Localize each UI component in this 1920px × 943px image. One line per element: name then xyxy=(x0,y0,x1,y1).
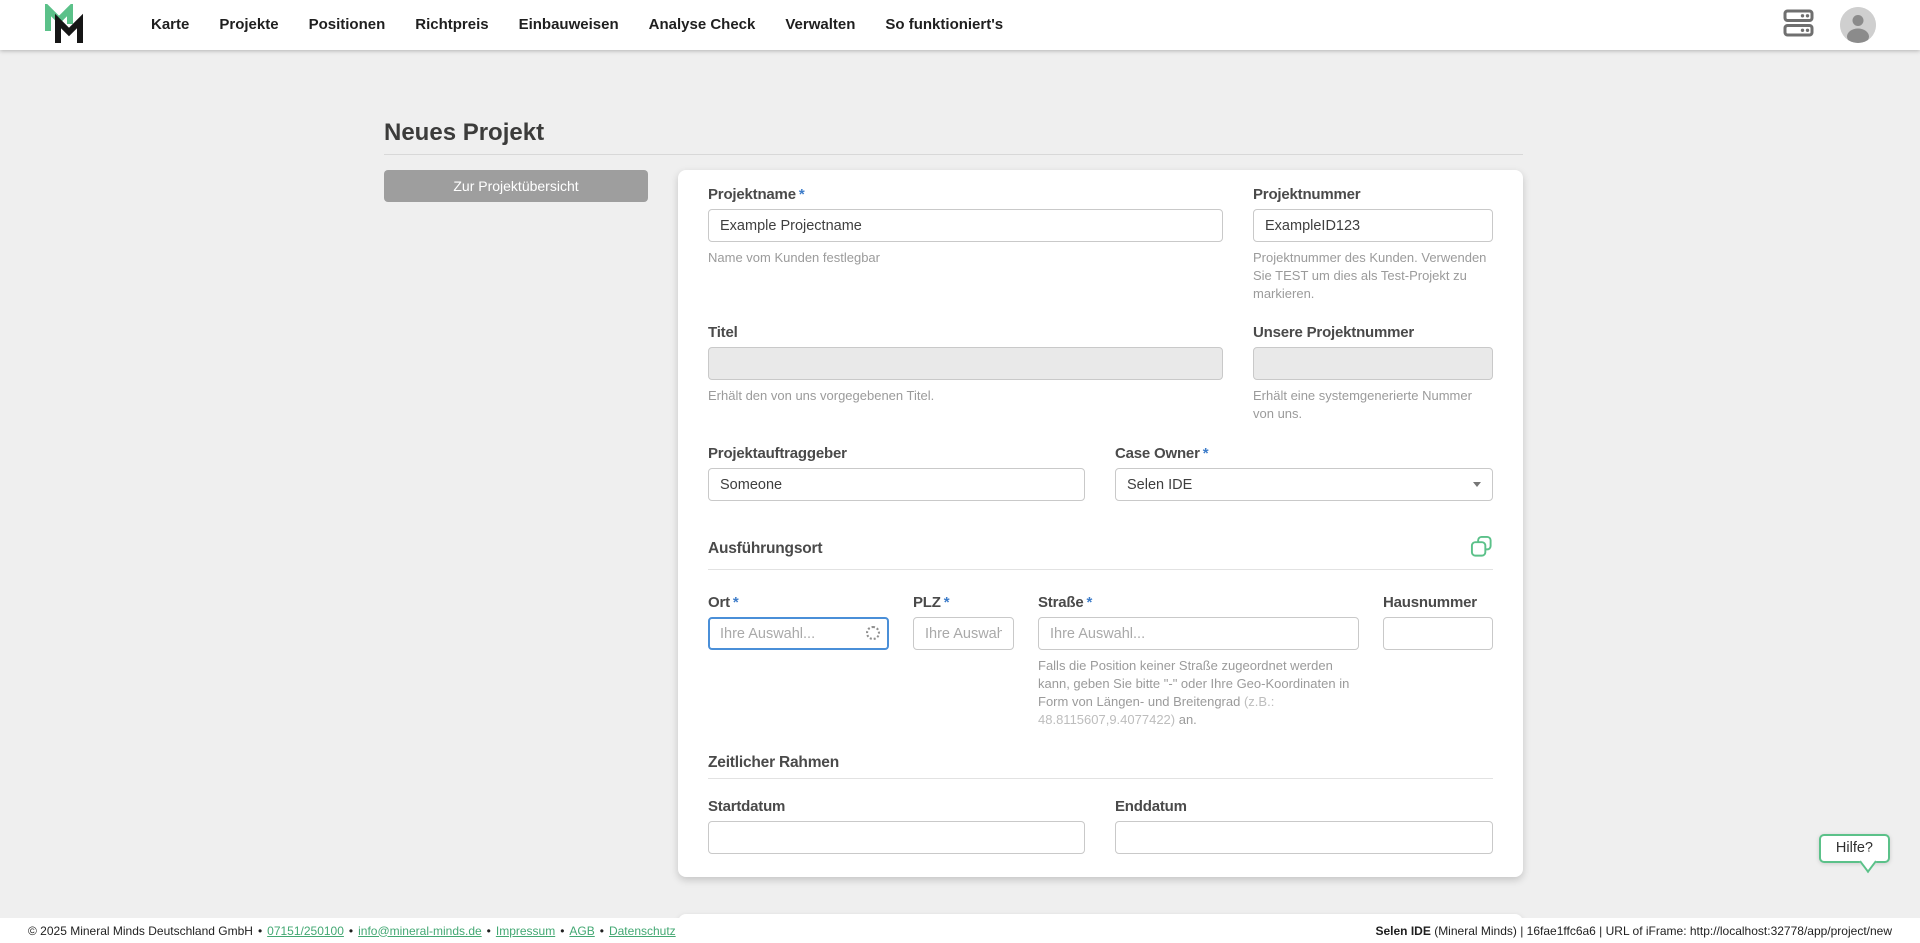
unsere-projektnummer-input xyxy=(1253,347,1493,380)
spinner-icon xyxy=(866,626,880,640)
unsere-projektnummer-label: Unsere Projektnummer xyxy=(1253,324,1493,342)
project-overview-button[interactable]: Zur Projektübersicht xyxy=(384,170,648,202)
footer-link-phone[interactable]: 07151/250100 xyxy=(267,924,344,938)
plz-input[interactable] xyxy=(913,617,1014,650)
form-row-location: Ort* PLZ* Straße* Falls die Position kei… xyxy=(708,594,1493,729)
top-navbar: Karte Projekte Positionen Richtpreis Ein… xyxy=(0,0,1920,50)
field-unsere-projektnummer: Unsere Projektnummer Erhält eine systemg… xyxy=(1253,324,1493,423)
field-case-owner: Case Owner* Selen IDE xyxy=(1115,445,1493,501)
projektname-helper: Name vom Kunden festlegbar xyxy=(708,249,1223,267)
nav-item-projekte[interactable]: Projekte xyxy=(204,0,293,50)
required-marker: * xyxy=(1087,594,1093,611)
titel-helper: Erhält den von uns vorgegebenen Titel. xyxy=(708,387,1223,405)
nav-item-analyse-check[interactable]: Analyse Check xyxy=(634,0,771,50)
form-row-name-number: Projektname* Name vom Kunden festlegbar … xyxy=(708,186,1493,303)
field-startdatum: Startdatum xyxy=(708,798,1085,854)
ausfuehrungsort-title: Ausführungsort xyxy=(708,540,822,558)
footer-session-info: (Mineral Minds) | 16fae1ffc6a6 | URL of … xyxy=(1431,924,1892,938)
form-row-auftraggeber-owner: Projektauftraggeber Case Owner* Selen ID… xyxy=(708,445,1493,501)
form-row-dates: Startdatum Enddatum xyxy=(708,798,1493,854)
field-projektnummer: Projektnummer Projektnummer des Kunden. … xyxy=(1253,186,1493,303)
nav-item-richtpreis[interactable]: Richtpreis xyxy=(400,0,503,50)
main-navigation: Karte Projekte Positionen Richtpreis Ein… xyxy=(136,0,1018,50)
nav-item-so-funktionierts[interactable]: So funktioniert's xyxy=(870,0,1018,50)
nav-item-verwalten[interactable]: Verwalten xyxy=(770,0,870,50)
projektnummer-input[interactable] xyxy=(1253,209,1493,242)
startdatum-input[interactable] xyxy=(708,821,1085,854)
footer-left: © 2025 Mineral Minds Deutschland GmbH•07… xyxy=(28,924,676,938)
enddatum-input[interactable] xyxy=(1115,821,1493,854)
hausnummer-label: Hausnummer xyxy=(1383,594,1493,612)
projektnummer-helper: Projektnummer des Kunden. Verwenden Sie … xyxy=(1253,249,1493,303)
nav-item-einbauweisen[interactable]: Einbauweisen xyxy=(504,0,634,50)
hausnummer-input[interactable] xyxy=(1383,617,1493,650)
footer-link-impressum[interactable]: Impressum xyxy=(496,924,555,938)
projektname-input[interactable] xyxy=(708,209,1223,242)
copy-icon[interactable] xyxy=(1470,535,1493,563)
section-zeitlicher-rahmen: Zeitlicher Rahmen xyxy=(708,754,1493,779)
footer-session-user: Selen IDE xyxy=(1376,924,1431,938)
field-ort: Ort* xyxy=(708,594,889,729)
footer-right: Selen IDE (Mineral Minds) | 16fae1ffc6a6… xyxy=(1376,924,1893,938)
required-marker: * xyxy=(799,186,805,203)
footer-link-email[interactable]: info@mineral-minds.de xyxy=(358,924,482,938)
section-ausfuehrungsort: Ausführungsort xyxy=(708,535,1493,570)
projektauftraggeber-label: Projektauftraggeber xyxy=(708,445,1085,463)
titel-input xyxy=(708,347,1223,380)
page-content: Neues Projekt Zur Projektübersicht Proje… xyxy=(384,50,1523,943)
field-strasse: Straße* Falls die Position keiner Straße… xyxy=(1038,594,1359,729)
footer-link-datenschutz[interactable]: Datenschutz xyxy=(609,924,676,938)
plz-label: PLZ* xyxy=(913,594,1014,612)
server-icon[interactable] xyxy=(1783,9,1814,42)
required-marker: * xyxy=(944,594,950,611)
form-row-titel-unsere: Titel Erhält den von uns vorgegebenen Ti… xyxy=(708,324,1493,423)
field-titel: Titel Erhält den von uns vorgegebenen Ti… xyxy=(708,324,1223,423)
title-divider xyxy=(384,154,1523,155)
field-projektname: Projektname* Name vom Kunden festlegbar xyxy=(708,186,1223,303)
startdatum-label: Startdatum xyxy=(708,798,1085,816)
help-button[interactable]: Hilfe? xyxy=(1819,834,1890,863)
mineral-minds-logo-icon[interactable] xyxy=(44,4,86,46)
strasse-helper: Falls die Position keiner Straße zugeord… xyxy=(1038,657,1359,729)
zeitlicher-rahmen-title: Zeitlicher Rahmen xyxy=(708,754,839,772)
strasse-input[interactable] xyxy=(1038,617,1359,650)
case-owner-label: Case Owner* xyxy=(1115,445,1493,463)
new-project-form-card: Projektname* Name vom Kunden festlegbar … xyxy=(678,170,1523,877)
required-marker: * xyxy=(1203,445,1209,462)
user-avatar-icon[interactable] xyxy=(1840,7,1876,43)
navbar-right xyxy=(1783,7,1876,43)
projektnummer-label: Projektnummer xyxy=(1253,186,1493,204)
field-plz: PLZ* xyxy=(913,594,1014,729)
projektauftraggeber-input[interactable] xyxy=(708,468,1085,501)
field-projektauftraggeber: Projektauftraggeber xyxy=(708,445,1085,501)
unsere-projektnummer-helper: Erhält eine systemgenerierte Nummer von … xyxy=(1253,387,1493,423)
footer-link-agb[interactable]: AGB xyxy=(569,924,594,938)
ort-input[interactable] xyxy=(708,617,889,650)
footer: © 2025 Mineral Minds Deutschland GmbH•07… xyxy=(0,918,1920,943)
nav-item-karte[interactable]: Karte xyxy=(136,0,204,50)
case-owner-value: Selen IDE xyxy=(1127,477,1192,493)
titel-label: Titel xyxy=(708,324,1223,342)
field-enddatum: Enddatum xyxy=(1115,798,1493,854)
enddatum-label: Enddatum xyxy=(1115,798,1493,816)
required-marker: * xyxy=(733,594,739,611)
footer-copyright: © 2025 Mineral Minds Deutschland GmbH xyxy=(28,924,253,938)
chevron-down-icon xyxy=(1473,482,1481,487)
case-owner-select[interactable]: Selen IDE xyxy=(1115,468,1493,501)
ort-label: Ort* xyxy=(708,594,889,612)
strasse-label: Straße* xyxy=(1038,594,1359,612)
page-title: Neues Projekt xyxy=(384,118,1523,147)
field-hausnummer: Hausnummer xyxy=(1383,594,1493,729)
projektname-label: Projektname* xyxy=(708,186,1223,204)
nav-item-positionen[interactable]: Positionen xyxy=(294,0,401,50)
left-column: Zur Projektübersicht xyxy=(384,170,648,202)
